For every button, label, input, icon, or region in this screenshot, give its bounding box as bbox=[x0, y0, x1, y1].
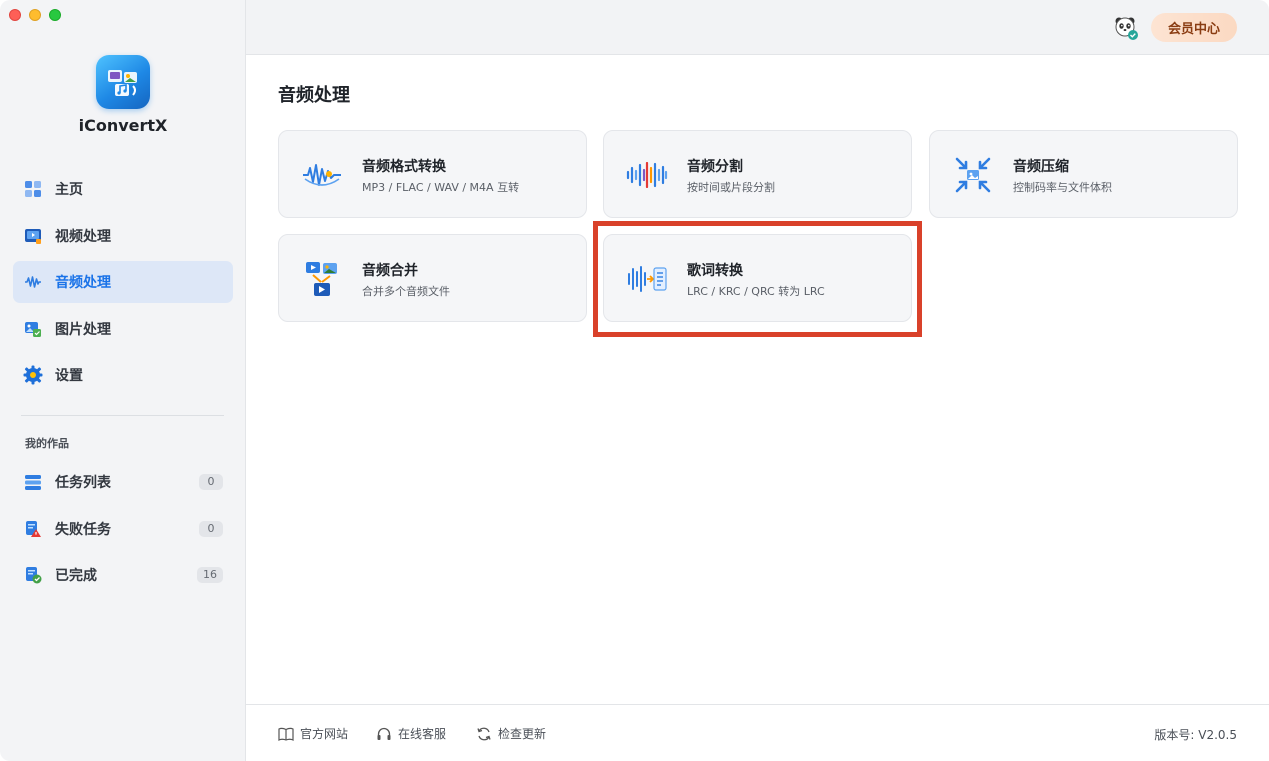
card-audio-split[interactable]: 音频分割 按时间或片段分割 bbox=[603, 130, 912, 218]
official-website-label: 官方网站 bbox=[300, 727, 349, 741]
card-audio-compress[interactable]: 音频压缩 控制码率与文件体积 bbox=[929, 130, 1238, 218]
zoom-window-button[interactable] bbox=[49, 9, 61, 21]
card-title: 音频压缩 bbox=[1013, 159, 1069, 175]
nav-label: 视频处理 bbox=[55, 228, 111, 245]
minimize-window-button[interactable] bbox=[29, 9, 41, 21]
completed-icon bbox=[23, 565, 43, 585]
top-header: 会员中心 bbox=[246, 0, 1269, 55]
audio-compress-icon bbox=[952, 154, 994, 196]
vip-center-button[interactable]: 会员中心 bbox=[1151, 13, 1237, 42]
works-item-label: 已完成 bbox=[55, 568, 97, 585]
card-title: 音频合并 bbox=[362, 263, 418, 279]
card-title: 歌词转换 bbox=[687, 263, 743, 279]
panda-avatar-icon[interactable] bbox=[1112, 14, 1140, 42]
nav-label: 主页 bbox=[55, 182, 83, 198]
footer: 官方网站 在线客服 检查更新 版本号: V2.0.5 bbox=[246, 704, 1269, 761]
card-title: 音频分割 bbox=[687, 159, 743, 175]
card-audio-format-convert[interactable]: 音频格式转换 MP3 / FLAC / WAV / M4A 互转 bbox=[278, 130, 587, 218]
nav-item-audio[interactable]: 音频处理 bbox=[13, 261, 233, 304]
headset-icon bbox=[376, 726, 392, 742]
nav-label: 设置 bbox=[55, 368, 83, 385]
card-audio-merge[interactable]: 音频合并 合并多个音频文件 bbox=[278, 234, 587, 322]
audio-format-icon bbox=[301, 154, 343, 196]
official-website-link[interactable]: 官方网站 bbox=[278, 725, 348, 742]
works-list: 任务列表 0 失败任务 0 已完成 16 bbox=[13, 461, 233, 601]
lyrics-convert-icon bbox=[626, 258, 668, 300]
card-lyrics-convert[interactable]: 歌词转换 LRC / KRC / QRC 转为 LRC bbox=[603, 234, 912, 322]
card-subtitle: 控制码率与文件体积 bbox=[1013, 181, 1112, 194]
home-icon bbox=[23, 179, 43, 199]
works-item-task-list[interactable]: 任务列表 0 bbox=[13, 461, 233, 503]
audio-merge-icon bbox=[301, 258, 343, 300]
failed-task-icon bbox=[23, 519, 43, 539]
nav-label: 图片处理 bbox=[55, 321, 111, 338]
card-title: 音频格式转换 bbox=[362, 159, 446, 175]
app-name: iConvertX bbox=[78, 116, 168, 135]
check-update-label: 检查更新 bbox=[498, 727, 547, 741]
app-window: iConvertX 主页 视频处理 音频处理 图片处理 设置 我的作品 任务列表… bbox=[0, 0, 1269, 761]
close-window-button[interactable] bbox=[9, 9, 21, 21]
works-section-title: 我的作品 bbox=[25, 437, 69, 450]
nav-item-settings[interactable]: 设置 bbox=[13, 354, 233, 396]
works-item-failed[interactable]: 失败任务 0 bbox=[13, 508, 233, 550]
main-nav: 主页 视频处理 音频处理 图片处理 设置 bbox=[13, 168, 233, 401]
online-support-link[interactable]: 在线客服 bbox=[376, 725, 446, 742]
works-item-completed[interactable]: 已完成 16 bbox=[13, 554, 233, 596]
gear-icon bbox=[23, 365, 43, 385]
count-badge: 0 bbox=[199, 520, 223, 537]
window-controls bbox=[9, 9, 61, 21]
card-subtitle: LRC / KRC / QRC 转为 LRC bbox=[687, 285, 825, 298]
nav-label: 音频处理 bbox=[55, 275, 111, 292]
count-badge: 16 bbox=[197, 567, 223, 584]
nav-item-home[interactable]: 主页 bbox=[13, 168, 233, 210]
count-badge: 0 bbox=[199, 474, 223, 490]
nav-item-image[interactable]: 图片处理 bbox=[13, 308, 233, 350]
card-subtitle: MP3 / FLAC / WAV / M4A 互转 bbox=[362, 181, 520, 194]
video-icon bbox=[23, 226, 43, 246]
sidebar: iConvertX 主页 视频处理 音频处理 图片处理 设置 我的作品 任务列表… bbox=[0, 0, 246, 761]
nav-item-video[interactable]: 视频处理 bbox=[13, 215, 233, 257]
online-support-label: 在线客服 bbox=[398, 727, 447, 741]
sidebar-divider bbox=[21, 415, 224, 416]
app-logo-icon bbox=[96, 55, 150, 109]
book-icon bbox=[278, 726, 294, 742]
audio-wave-icon bbox=[23, 272, 43, 292]
page-title: 音频处理 bbox=[278, 85, 350, 106]
works-item-label: 任务列表 bbox=[55, 475, 111, 491]
version-label: 版本号: V2.0.5 bbox=[1154, 728, 1237, 742]
image-icon bbox=[23, 319, 43, 339]
task-list-icon bbox=[23, 472, 43, 492]
refresh-icon bbox=[476, 726, 492, 742]
works-item-label: 失败任务 bbox=[55, 521, 111, 538]
card-subtitle: 按时间或片段分割 bbox=[687, 181, 775, 194]
card-subtitle: 合并多个音频文件 bbox=[362, 285, 450, 298]
check-update-link[interactable]: 检查更新 bbox=[476, 725, 546, 742]
audio-split-icon bbox=[626, 154, 668, 196]
